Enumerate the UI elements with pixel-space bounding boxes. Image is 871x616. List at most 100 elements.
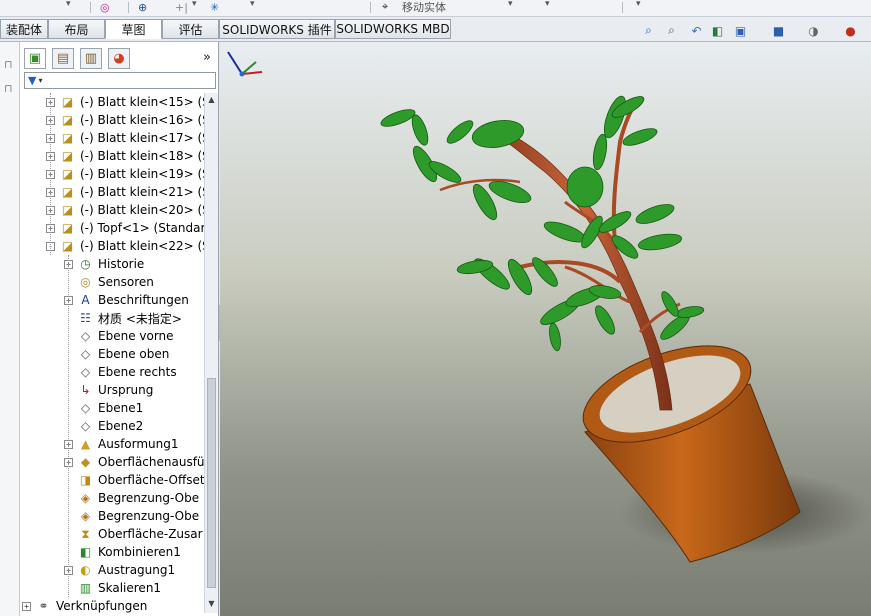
tree-item[interactable]: + ◷ Historie bbox=[64, 255, 144, 273]
tree-scrollbar[interactable]: ▲ ▼ bbox=[204, 93, 218, 613]
plane-icon: ◇ bbox=[80, 365, 91, 379]
feature-tree-icon[interactable]: ▣ bbox=[24, 48, 46, 69]
previous-view-icon[interactable]: ↶ bbox=[688, 22, 705, 39]
tree-item[interactable]: + ◪ (-) Blatt klein<19> (S bbox=[46, 165, 204, 183]
sweep-icon: ◐ bbox=[80, 563, 91, 577]
chevron-down-icon[interactable]: ▾ bbox=[192, 0, 197, 9]
part-icon: ◪ bbox=[61, 113, 74, 127]
tree-item[interactable]: ◈ Begrenzung-Obe bbox=[64, 489, 199, 507]
expand-toggle[interactable]: + bbox=[22, 601, 31, 611]
move-body-icon[interactable]: ⌖ bbox=[382, 0, 388, 14]
tab-layout[interactable]: 布局 bbox=[48, 19, 105, 39]
tree-item-label: (-) Blatt klein<20> (S bbox=[80, 203, 204, 217]
tree-item[interactable]: + ◪ (-) Topf<1> (Standar bbox=[46, 219, 204, 237]
tree-item[interactable]: + ◪ (-) Blatt klein<17> (S bbox=[46, 129, 204, 147]
chevron-down-icon[interactable]: ▾ bbox=[636, 0, 641, 9]
configuration-icon[interactable]: ▥ bbox=[80, 48, 102, 69]
tree-item[interactable]: ▥ Skalieren1 bbox=[64, 579, 161, 597]
tree-item[interactable]: + ◪ (-) Blatt klein<16> (S bbox=[46, 111, 204, 129]
tab-solidworks-mbd[interactable]: SOLIDWORKS MBD bbox=[335, 19, 451, 39]
tree-item[interactable]: + ◪ (-) Blatt klein<18> (S bbox=[46, 147, 204, 165]
chevron-down-icon[interactable]: ▾ bbox=[66, 0, 71, 9]
toolbar-separator bbox=[370, 2, 371, 13]
boundary-surface-icon: ◈ bbox=[80, 509, 91, 523]
tab-sketch[interactable]: 草图 bbox=[105, 19, 162, 39]
tree-item-label: Ausformung1 bbox=[98, 437, 179, 451]
tree-item[interactable]: + ◐ Austragung1 bbox=[64, 561, 175, 579]
chevron-down-icon: ▾ bbox=[38, 76, 43, 85]
part-icon: ◪ bbox=[61, 221, 74, 235]
tree-item[interactable]: ◧ Kombinieren1 bbox=[64, 543, 181, 561]
tree-item-label: Begrenzung-Obe bbox=[98, 509, 200, 523]
move-body-button[interactable]: 移动实体 bbox=[402, 0, 446, 14]
tab-assembly[interactable]: 装配体 bbox=[0, 19, 48, 39]
tree-item[interactable]: + ⚭ Verknüpfungen bbox=[22, 597, 147, 613]
combine-icon: ◧ bbox=[79, 545, 92, 559]
sensor-icon: ◎ bbox=[80, 275, 91, 289]
tab-solidworks-addins[interactable]: SOLIDWORKS 插件 bbox=[219, 19, 335, 39]
tree-item[interactable]: - ◪ (-) Blatt klein<22> (S bbox=[46, 237, 204, 255]
display-style-icon[interactable]: ■ bbox=[770, 22, 787, 39]
explode-icon[interactable]: ⊕ bbox=[138, 0, 147, 14]
tree-item-label: 材质 <未指定> bbox=[98, 311, 182, 326]
zoom-area-icon[interactable]: ⌕ bbox=[663, 22, 680, 39]
property-manager-icon[interactable]: ▤ bbox=[52, 48, 74, 69]
tab-evaluate[interactable]: 评估 bbox=[162, 19, 219, 39]
part-icon: ◪ bbox=[61, 239, 74, 253]
view-orientation-icon[interactable]: ▣ bbox=[732, 22, 749, 39]
tree-item-label: Ebene vorne bbox=[98, 329, 174, 343]
graphics-area[interactable] bbox=[220, 42, 871, 616]
tree-item-label: (-) Blatt klein<19> (S bbox=[80, 167, 204, 181]
tree-item[interactable]: + ◪ (-) Blatt klein<15> (S bbox=[46, 93, 204, 111]
appearance-icon[interactable]: ● bbox=[842, 22, 859, 39]
tree-item[interactable]: ◈ Begrenzung-Obe bbox=[64, 507, 199, 525]
chevron-down-icon[interactable]: ▾ bbox=[508, 0, 513, 9]
tree-item[interactable]: ◇ Ebene oben bbox=[64, 345, 169, 363]
scroll-down-icon[interactable]: ▼ bbox=[205, 599, 218, 611]
feature-tree: + ◪ (-) Blatt klein<15> (S + ◪ (-) Blatt klei… bbox=[20, 93, 204, 613]
chevron-down-icon[interactable]: ▾ bbox=[545, 0, 550, 9]
tree-item[interactable]: + ◪ (-) Blatt klein<20> (S bbox=[46, 201, 204, 219]
tree-item-label: Oberfläche-Offset bbox=[98, 473, 204, 487]
more-tabs-button[interactable]: » bbox=[203, 50, 211, 65]
hide-show-icon[interactable]: ◑ bbox=[805, 22, 822, 39]
part-icon: ◪ bbox=[61, 185, 74, 199]
tree-item-label: Beschriftungen bbox=[98, 293, 189, 307]
tree-item-label: Sensoren bbox=[98, 275, 154, 289]
part-icon: ◪ bbox=[61, 131, 74, 145]
sketch-icon[interactable]: ⊓ bbox=[4, 82, 13, 95]
plane-icon: ◇ bbox=[80, 401, 91, 415]
scrollbar-thumb[interactable] bbox=[207, 378, 216, 588]
tree-item[interactable]: + ◪ (-) Blatt klein<21> (S bbox=[46, 183, 204, 201]
tree-item[interactable]: ⧗ Oberfläche-Zusar bbox=[64, 525, 202, 543]
tree-item[interactable]: ◨ Oberfläche-Offset bbox=[64, 471, 204, 489]
smart-fastener-icon[interactable]: ◎ bbox=[100, 0, 110, 14]
scroll-up-icon[interactable]: ▲ bbox=[205, 95, 218, 107]
tree-item-label: Ebene1 bbox=[98, 401, 144, 415]
annotation-icon: A bbox=[81, 293, 90, 307]
tree-filter-field[interactable]: ▼ ▾ bbox=[24, 72, 216, 89]
model-render bbox=[380, 95, 870, 563]
toolbar-separator bbox=[622, 2, 623, 13]
bom-icon[interactable]: +| bbox=[175, 0, 188, 14]
tree-item[interactable]: ◇ Ebene vorne bbox=[64, 327, 174, 345]
chevron-down-icon[interactable]: ▾ bbox=[250, 0, 255, 9]
tree-item-label: (-) Blatt klein<15> (S bbox=[80, 95, 204, 109]
toolbar-separator bbox=[90, 2, 91, 13]
tree-item[interactable]: ◇ Ebene2 bbox=[64, 417, 143, 435]
tree-item[interactable]: ◎ Sensoren bbox=[64, 273, 154, 291]
tree-item[interactable]: + A Beschriftungen bbox=[64, 291, 189, 309]
tree-item[interactable]: ☷ 材质 <未指定> bbox=[64, 309, 182, 327]
display-manager-icon[interactable]: ◕ bbox=[108, 48, 130, 69]
tree-item[interactable]: + ◆ Oberflächenausfü bbox=[64, 453, 204, 471]
tree-item[interactable]: ◇ Ebene1 bbox=[64, 399, 143, 417]
tree-item[interactable]: ◇ Ebene rechts bbox=[64, 363, 177, 381]
section-view-icon[interactable]: ◧ bbox=[709, 22, 726, 39]
tree-item-label: Ursprung bbox=[98, 383, 154, 397]
reference-geometry-icon[interactable]: ✳ bbox=[210, 0, 219, 14]
sketch-icon[interactable]: ⊓ bbox=[4, 58, 13, 71]
tree-item[interactable]: + ▲ Ausformung1 bbox=[64, 435, 179, 453]
history-icon: ◷ bbox=[80, 257, 91, 271]
tree-item[interactable]: ↳ Ursprung bbox=[64, 381, 153, 399]
zoom-to-fit-icon[interactable]: ⌕ bbox=[640, 22, 657, 39]
